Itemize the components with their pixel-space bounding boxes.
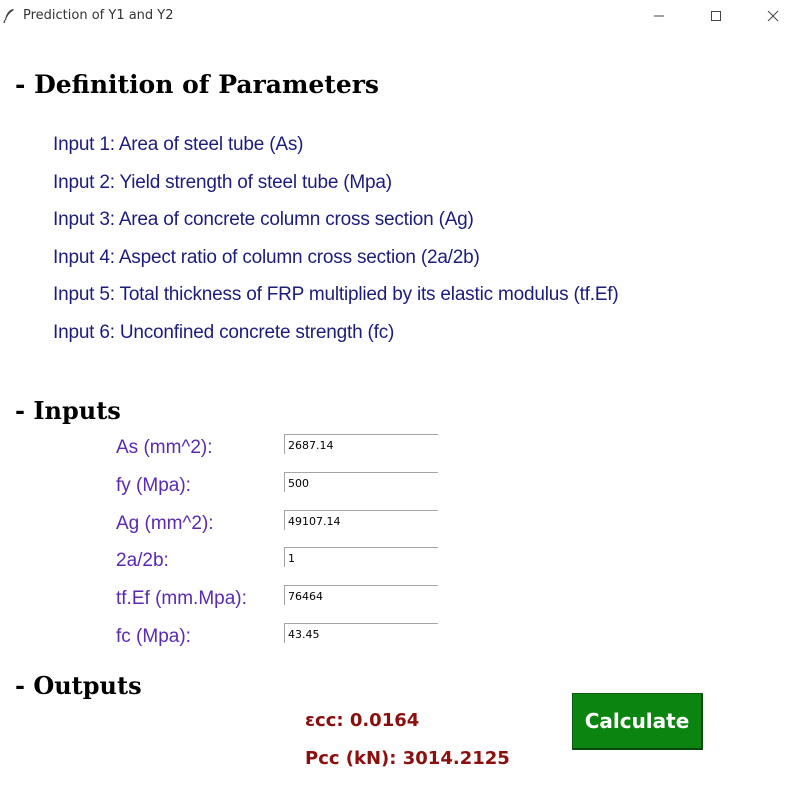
pcc-output: Pcc (kN): 3014.2125 — [305, 748, 510, 769]
window-title: Prediction of Y1 and Y2 — [23, 8, 174, 23]
as-label: As (mm^2): — [116, 437, 213, 458]
aspect-ratio-input[interactable] — [284, 547, 438, 567]
input-row-fy: fy (Mpa): — [0, 472, 796, 510]
ag-label: Ag (mm^2): — [116, 513, 214, 534]
title-bar: Prediction of Y1 and Y2 — [0, 0, 796, 34]
fy-input[interactable] — [284, 472, 438, 492]
input-row-ag: Ag (mm^2): — [0, 510, 796, 548]
minimize-icon — [654, 15, 664, 17]
fy-label: fy (Mpa): — [116, 475, 191, 496]
inputs-heading: - Inputs — [15, 396, 121, 425]
ecc-output: εcc: 0.0164 — [305, 710, 420, 731]
definition-input-1: Input 1: Area of steel tube (As) — [53, 134, 304, 155]
tfef-input[interactable] — [284, 585, 438, 605]
as-input[interactable] — [284, 434, 438, 454]
definition-input-4: Input 4: Aspect ratio of column cross se… — [53, 246, 480, 268]
close-button[interactable] — [750, 0, 796, 32]
input-row-tfef: tf.Ef (mm.Mpa): — [0, 585, 796, 623]
input-row-as: As (mm^2): — [0, 434, 796, 472]
parameter-definition-list: Input 1: Area of steel tube (As) Input 2… — [53, 134, 619, 360]
close-icon — [767, 10, 779, 22]
outputs-heading: - Outputs — [15, 671, 142, 700]
aspect-ratio-label: 2a/2b: — [116, 550, 169, 571]
calculate-button[interactable]: Calculate — [572, 693, 703, 750]
tfef-label: tf.Ef (mm.Mpa): — [116, 588, 247, 609]
definition-heading: - Definition of Parameters — [15, 70, 380, 99]
fc-label: fc (Mpa): — [116, 626, 191, 647]
input-row-fc: fc (Mpa): — [0, 623, 796, 661]
definition-input-2: Input 2: Yield strength of steel tube (M… — [53, 171, 392, 193]
definition-input-5: Input 5: Total thickness of FRP multipli… — [53, 284, 619, 306]
input-row-aspect: 2a/2b: — [0, 547, 796, 585]
maximize-icon — [711, 11, 721, 21]
minimize-button[interactable] — [636, 0, 682, 32]
ag-input[interactable] — [284, 510, 438, 530]
definition-input-3: Input 3: Area of concrete column cross s… — [53, 209, 474, 231]
feather-icon — [3, 9, 14, 24]
fc-input[interactable] — [284, 623, 438, 643]
definition-input-6: Input 6: Unconfined concrete strength (f… — [53, 321, 395, 343]
maximize-button[interactable] — [693, 0, 739, 32]
main-window-content: - Definition of Parameters Input 1: Area… — [0, 34, 796, 811]
